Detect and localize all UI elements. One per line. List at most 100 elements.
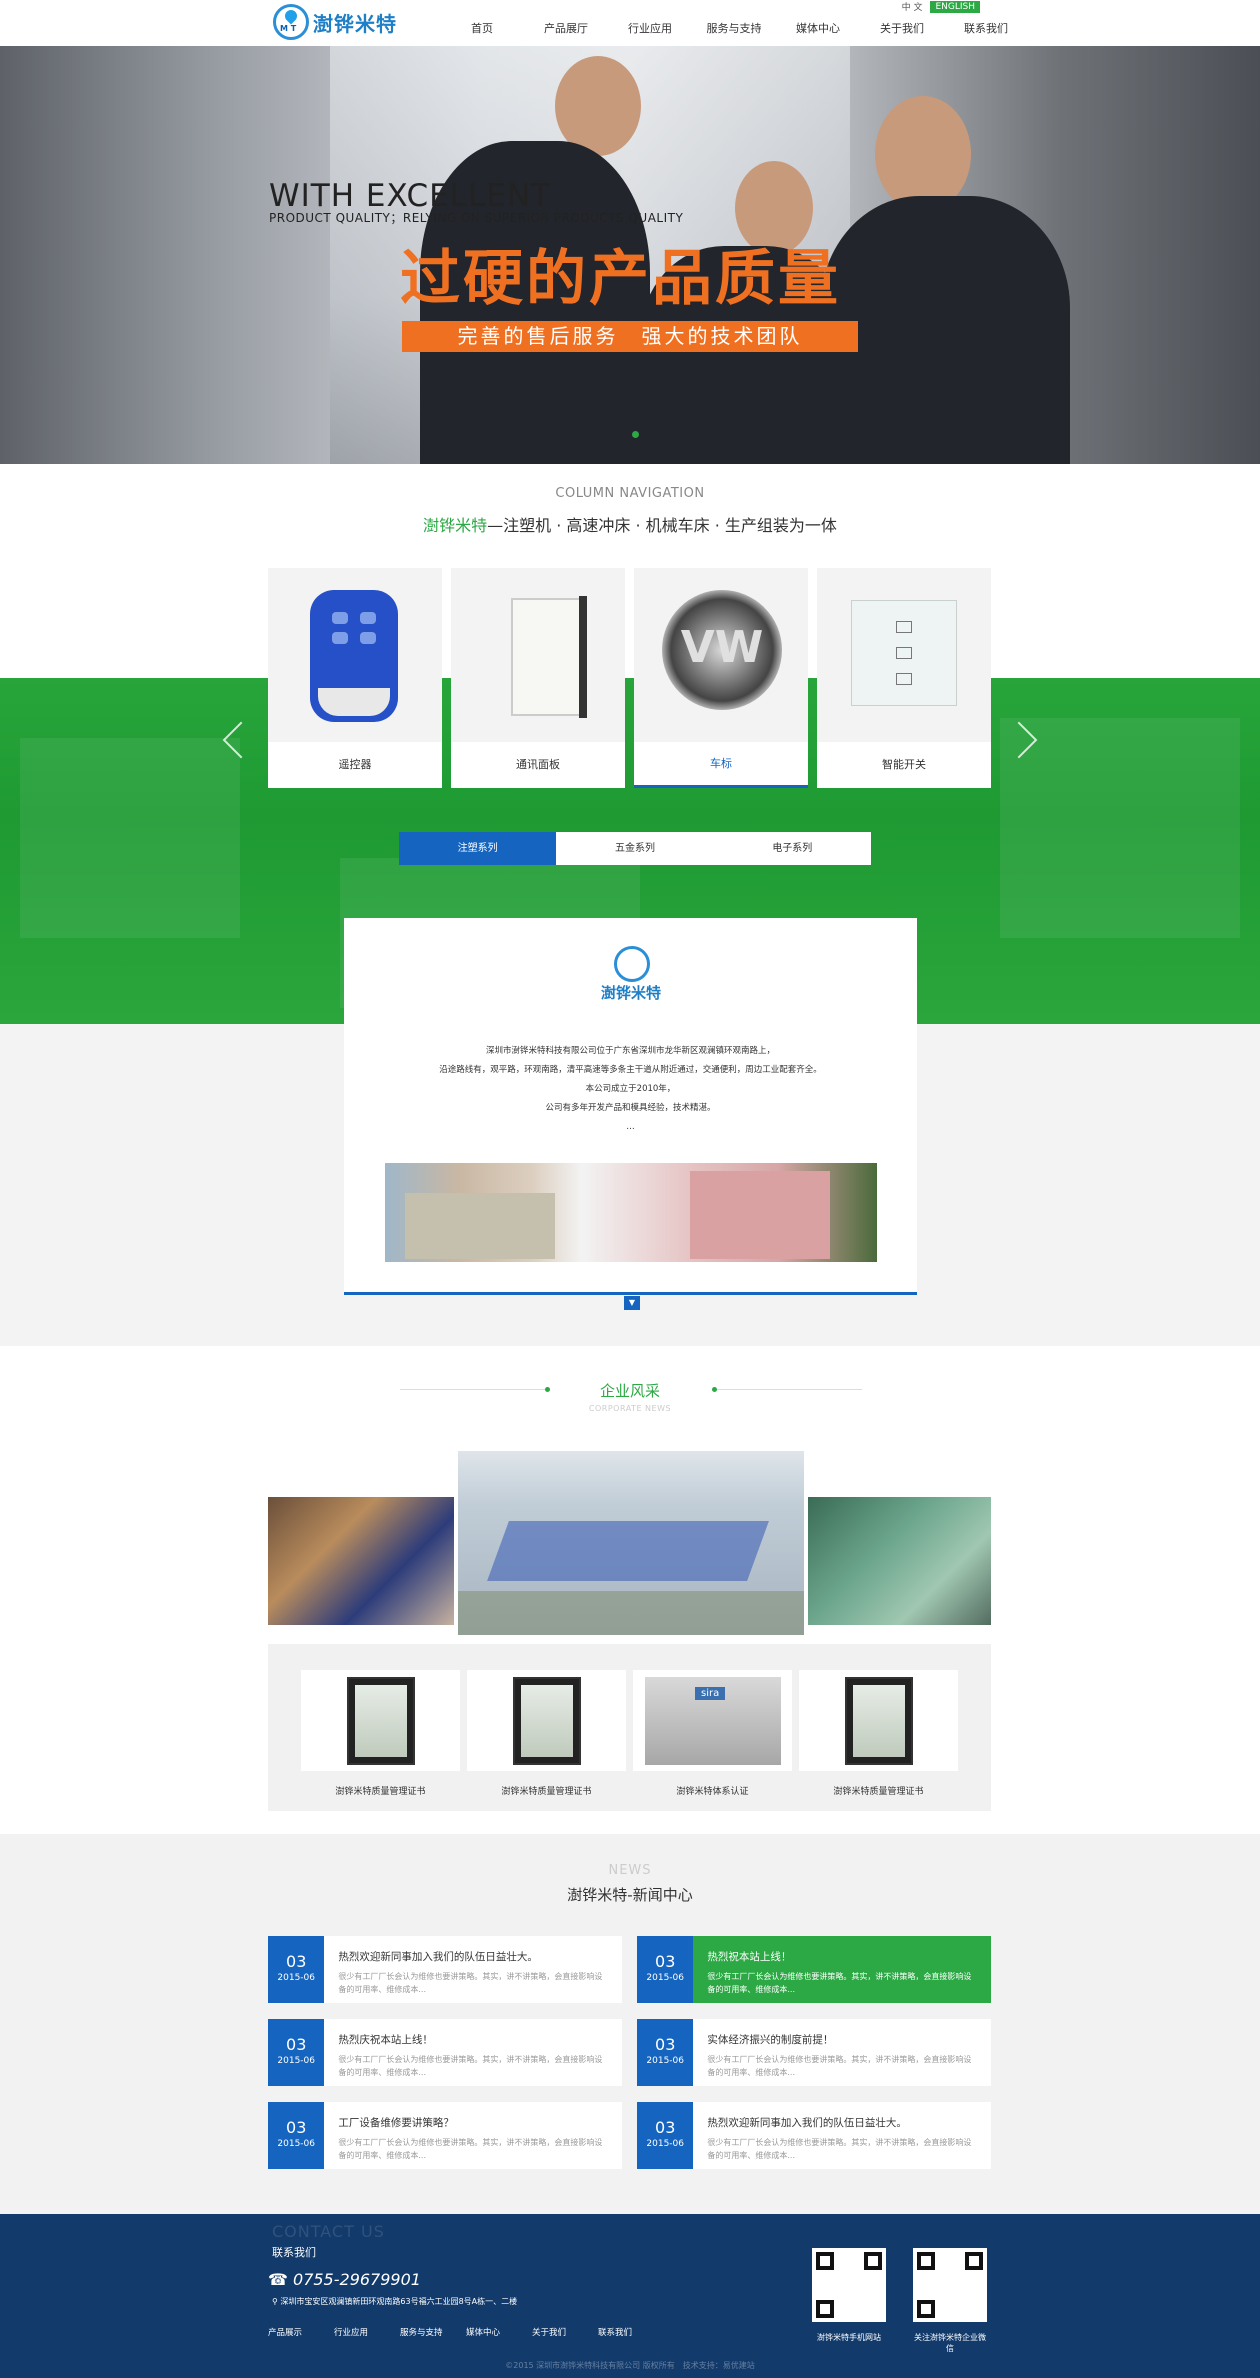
prev-arrow-icon[interactable] (222, 715, 246, 765)
chevron-down-icon[interactable]: ▼ (624, 1296, 640, 1310)
corporate-subtitle: CORPORATE NEWS (588, 1404, 672, 1413)
qr-caption: 关注澍铧米特企业微信 (914, 2333, 986, 2353)
footer-link[interactable]: 联系我们 (598, 2326, 664, 2338)
news-item[interactable]: 03 2015-06 热烈欢迎新同事加入我们的队伍日益壮大。很少有工厂厂长会认为维… (637, 2102, 991, 2169)
news-summary: 很少有工厂厂长会认为维修也要讲策略。其实，讲不讲策略，会直接影响设备的可用率、维… (707, 1972, 972, 1994)
footer-link[interactable]: 行业应用 (334, 2326, 400, 2338)
site-header: 澍铧米特 中 文 ENGLISH 首页 产品展厅 行业应用 服务与支持 媒体中心… (268, 0, 1008, 46)
news-summary: 很少有工厂厂长会认为维修也要讲策略。其实，讲不讲策略，会直接影响设备的可用率、维… (338, 1972, 603, 1994)
hero-subtitle-en: PRODUCT QUALITY；RELYING ON SUPERIOR PROD… (269, 211, 684, 225)
certificate-card[interactable]: 澍铧米特质量管理证书 (301, 1670, 460, 1797)
logo-icon (273, 4, 309, 40)
product-label: 通讯面板 (516, 758, 560, 771)
about-line: 沿途路线有，观平路，环观南路，清平高速等多条主干道从附近通过，交通便利，周边工业… (439, 1065, 822, 1075)
nav-about[interactable]: 关于我们 (860, 20, 944, 36)
nav-media[interactable]: 媒体中心 (776, 20, 860, 36)
product-image (451, 568, 625, 742)
footer-ghost-title: CONTACT US (272, 2222, 385, 2241)
footer-link[interactable]: 关于我们 (532, 2326, 598, 2338)
gallery-photo-main[interactable] (458, 1451, 804, 1635)
nav-industry[interactable]: 行业应用 (608, 20, 692, 36)
qr-code-icon (812, 2248, 886, 2322)
page: WITH EXCELLENT PRODUCT QUALITY；RELYING O… (0, 0, 1260, 2378)
gallery-photo[interactable] (268, 1497, 454, 1625)
remote-image (310, 590, 398, 722)
news-summary: 很少有工厂厂长会认为维修也要讲策略。其实，讲不讲策略，会直接影响设备的可用率、维… (338, 2055, 603, 2077)
tab-injection[interactable]: 注塑系列 (399, 832, 557, 865)
panel-image (511, 596, 587, 718)
qr-caption: 澍铧米特手机网站 (817, 2333, 881, 2342)
phone-icon: ☎ (268, 2270, 294, 2289)
product-label: 遥控器 (338, 758, 372, 771)
news-item[interactable]: 03 2015-06 实体经济振兴的制度前提！ 很少有工厂厂长会认为维修也要讲策略。… (637, 2019, 991, 2086)
product-image (817, 568, 991, 742)
about-line: … (626, 1122, 635, 1132)
column-nav-en: COLUMN NAVIGATION (555, 486, 705, 501)
carousel-dot[interactable] (632, 431, 639, 438)
footer-link[interactable]: 服务与支持 (400, 2326, 466, 2338)
footer-phone: ☎ 0755-29679901 (268, 2270, 421, 2289)
product-label: 车标 (634, 742, 808, 788)
footer-title: 联系我们 (272, 2246, 316, 2259)
product-card[interactable]: 通讯面板 (451, 568, 625, 788)
product-image (268, 568, 442, 742)
news-day: 03 (286, 2035, 307, 2054)
news-day: 03 (655, 2035, 676, 2054)
certificate-caption: 澍铧米特质量管理证书 (501, 1787, 592, 1797)
certificate-caption: 澍铧米特质量管理证书 (833, 1787, 924, 1797)
tab-hardware[interactable]: 五金系列 (556, 832, 713, 865)
nav-products[interactable]: 产品展厅 (524, 20, 608, 36)
news-summary: 很少有工厂厂长会认为维修也要讲策略。其实，讲不讲策略，会直接影响设备的可用率、维… (707, 2138, 972, 2160)
about-card: 澍铧米特 深圳市澍铧米特科技有限公司位于广东省深圳市龙华新区观澜镇环观南路上， … (344, 918, 917, 1310)
certificate-card[interactable]: 澍铧米特质量管理证书 (467, 1670, 626, 1797)
product-image (634, 568, 808, 742)
news-title: 热烈庆祝本站上线！ (338, 2034, 433, 2046)
news-month: 2015-06 (277, 1973, 315, 1983)
news-month: 2015-06 (646, 2139, 684, 2149)
nav-service[interactable]: 服务与支持 (692, 20, 776, 36)
hero-banner[interactable]: WITH EXCELLENT PRODUCT QUALITY；RELYING O… (0, 46, 1260, 464)
logo[interactable]: 澍铧米特 (273, 4, 397, 40)
main-nav: 首页 产品展厅 行业应用 服务与支持 媒体中心 关于我们 联系我们 (440, 20, 1028, 36)
news-title: 热烈欢迎新同事加入我们的队伍日益壮大。 (707, 2117, 907, 2129)
nav-contact[interactable]: 联系我们 (944, 20, 1028, 36)
footer-address: ⚲ 深圳市宝安区观澜镇新田环观南路63号福六工业园8号A栋一、二楼 (272, 2296, 517, 2307)
news-item[interactable]: 03 2015-06 热烈祝本站上线！ 很少有工厂厂长会认为维修也要讲策略。其实，讲… (637, 1936, 991, 2003)
product-card[interactable]: 遥控器 (268, 568, 442, 788)
copyright: ©2015 深圳市澍铧米特科技有限公司 版权所有 技术支持：易优建站 (505, 2361, 755, 2370)
certificates: 澍铧米特质量管理证书 澍铧米特质量管理证书 澍铧米特体系认证 澍铧米特质量管理证… (268, 1644, 991, 1811)
news-day: 03 (286, 2118, 307, 2137)
product-card[interactable]: 车标 (634, 568, 808, 788)
lang-en-link[interactable]: ENGLISH (930, 0, 980, 13)
news-month: 2015-06 (646, 2056, 684, 2066)
emblem-image (662, 590, 782, 710)
column-nav-brand: 澍铧米特 (423, 516, 488, 535)
product-carousel: 遥控器 通讯面板 车标 智能开关 (268, 568, 991, 788)
next-arrow-icon[interactable] (1012, 715, 1036, 765)
certificate-card[interactable]: 澍铧米特质量管理证书 (799, 1670, 958, 1797)
footer-phone-number: 0755-29679901 (293, 2270, 421, 2289)
about-line: 深圳市澍铧米特科技有限公司位于广东省深圳市龙华新区观澜镇环观南路上， (485, 1046, 775, 1056)
news-title-cn: 澍铧米特-新闻中心 (567, 1886, 693, 1904)
news-item[interactable]: 03 2015-06 工厂设备维修要讲策略？ 很少有工厂厂长会认为维修也要讲策略。其… (268, 2102, 622, 2169)
product-card[interactable]: 智能开关 (817, 568, 991, 788)
news-item[interactable]: 03 2015-06 热烈庆祝本站上线！ 很少有工厂厂长会认为维修也要讲策略。其实，… (268, 2019, 622, 2086)
news-item[interactable]: 03 2015-06 热烈欢迎新同事加入我们的队伍日益壮大。 很少有工厂厂长会认为维… (268, 1936, 622, 2003)
gallery-photo[interactable] (808, 1497, 991, 1625)
series-tabs: 注塑系列 五金系列 电子系列 (399, 832, 871, 865)
news-day: 03 (655, 2118, 676, 2137)
nav-home[interactable]: 首页 (440, 20, 524, 36)
factory-bg (20, 738, 240, 938)
lang-cn-link[interactable]: 中 文 (902, 0, 923, 13)
column-nav-cn: 澍铧米特—注塑机 · 高速冲床 · 机械车床 · 生产组装为一体 (0, 512, 1260, 536)
news-title: 热烈祝本站上线！ (707, 1951, 792, 1963)
certificate-card[interactable]: 澍铧米特体系认证 (633, 1670, 792, 1797)
certificate-caption: 澍铧米特质量管理证书 (335, 1787, 426, 1797)
tab-electronics[interactable]: 电子系列 (714, 832, 871, 865)
news-title: 工厂设备维修要讲策略？ (338, 2117, 454, 2129)
hero-person (875, 96, 971, 212)
product-label: 智能开关 (882, 758, 926, 771)
footer-link[interactable]: 产品展示 (268, 2326, 334, 2338)
footer-link[interactable]: 媒体中心 (466, 2326, 532, 2338)
news-day: 03 (286, 1952, 307, 1971)
